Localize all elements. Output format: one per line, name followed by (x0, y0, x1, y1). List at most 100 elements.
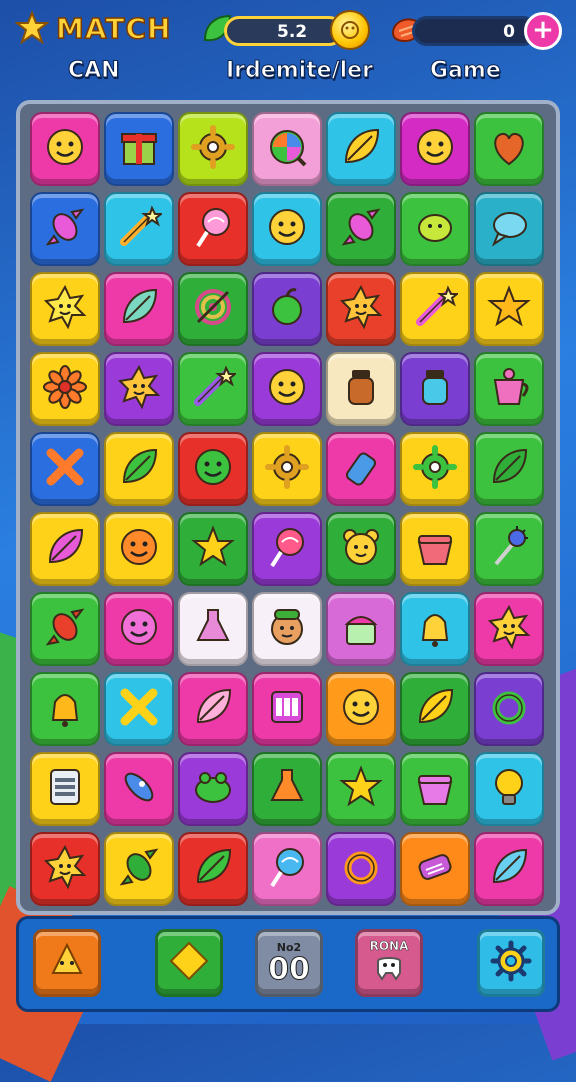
board-tile[interactable] (474, 352, 544, 426)
rocket-icon (116, 764, 162, 814)
board-tile[interactable] (30, 272, 100, 346)
counter-button[interactable]: No2 00 (255, 929, 323, 997)
candy-icon (42, 604, 88, 654)
board-tile[interactable] (178, 352, 248, 426)
boost-button-1[interactable] (33, 929, 101, 997)
board-tile[interactable] (252, 112, 322, 186)
board-tile[interactable] (252, 352, 322, 426)
board-tile[interactable] (104, 352, 174, 426)
board-tile[interactable] (326, 112, 396, 186)
board-tile[interactable] (30, 672, 100, 746)
smiley-icon (338, 684, 384, 734)
board-tile[interactable] (474, 112, 544, 186)
board-tile[interactable] (30, 832, 100, 906)
board-tile[interactable] (326, 672, 396, 746)
board-tile[interactable] (400, 512, 470, 586)
add-button[interactable]: + (524, 12, 562, 50)
board-tile[interactable] (474, 592, 544, 666)
board-tile[interactable] (30, 192, 100, 266)
leaf-icon (412, 684, 458, 734)
leaf-icon (190, 844, 236, 894)
board-tile[interactable] (104, 592, 174, 666)
board-tile[interactable] (326, 192, 396, 266)
board-tile[interactable] (178, 832, 248, 906)
board-tile[interactable] (474, 432, 544, 506)
board-tile[interactable] (400, 592, 470, 666)
board-tile[interactable] (178, 112, 248, 186)
board-tile[interactable] (30, 752, 100, 826)
bell-icon (42, 684, 88, 734)
board-tile[interactable] (178, 512, 248, 586)
board-tile[interactable] (178, 592, 248, 666)
wand-icon (116, 204, 164, 254)
board-tile[interactable] (104, 832, 174, 906)
board-tile[interactable] (474, 272, 544, 346)
board-tile[interactable] (104, 192, 174, 266)
board-tile[interactable] (104, 752, 174, 826)
settings-button[interactable] (477, 929, 545, 997)
bottom-toolbar: No2 00 RONA (16, 916, 560, 1012)
boost-button-2[interactable] (155, 929, 223, 997)
gear-icon (264, 444, 310, 494)
board-tile[interactable] (474, 752, 544, 826)
board-tile[interactable] (326, 832, 396, 906)
board-tile[interactable] (474, 672, 544, 746)
board-tile[interactable] (104, 672, 174, 746)
board-tile[interactable] (252, 272, 322, 346)
board-tile[interactable] (104, 272, 174, 346)
potion-icon (190, 604, 236, 654)
board-tile[interactable] (178, 672, 248, 746)
board-tile[interactable] (326, 352, 396, 426)
board-tile[interactable] (326, 592, 396, 666)
board-tile[interactable] (400, 672, 470, 746)
board-tile[interactable] (474, 512, 544, 586)
board-tile[interactable] (104, 112, 174, 186)
board-tile[interactable] (474, 192, 544, 266)
board-tile[interactable] (326, 272, 396, 346)
board-tile[interactable] (30, 352, 100, 426)
ring-icon (338, 844, 384, 894)
board-tile[interactable] (252, 832, 322, 906)
leaf-icon (486, 444, 532, 494)
board-tile[interactable] (30, 592, 100, 666)
board-tile[interactable] (400, 352, 470, 426)
board-tile[interactable] (474, 832, 544, 906)
board-tile[interactable] (178, 752, 248, 826)
tablet-icon (42, 764, 88, 814)
board-tile[interactable] (400, 432, 470, 506)
board-tile[interactable] (252, 432, 322, 506)
board-tile[interactable] (252, 592, 322, 666)
character-label: RONA (369, 939, 409, 954)
bulb-icon (486, 764, 532, 814)
board-tile[interactable] (178, 192, 248, 266)
board-tile[interactable] (104, 512, 174, 586)
board-tile[interactable] (30, 512, 100, 586)
board-tile[interactable] (30, 112, 100, 186)
grid-icon (264, 684, 310, 734)
board-tile[interactable] (178, 272, 248, 346)
board-tile[interactable] (104, 432, 174, 506)
board-tile[interactable] (400, 752, 470, 826)
board-tile[interactable] (252, 192, 322, 266)
diamond-icon (167, 939, 211, 987)
game-board (16, 100, 560, 915)
board-tile[interactable] (326, 432, 396, 506)
board-tile[interactable] (252, 752, 322, 826)
jar-icon (412, 364, 458, 414)
score-bar: 0 (412, 16, 538, 46)
board-tile[interactable] (178, 432, 248, 506)
smiley-icon (412, 124, 458, 174)
board-tile[interactable] (252, 512, 322, 586)
character-button[interactable]: RONA (355, 929, 423, 997)
board-tile[interactable] (252, 672, 322, 746)
board-tile[interactable] (400, 112, 470, 186)
board-tile[interactable] (326, 752, 396, 826)
bear-icon (338, 524, 384, 574)
board-tile[interactable] (30, 432, 100, 506)
board-tile[interactable] (400, 192, 470, 266)
lollipop-icon (264, 524, 310, 574)
speech-bubble-icon (486, 204, 532, 254)
board-tile[interactable] (400, 272, 470, 346)
board-tile[interactable] (400, 832, 470, 906)
board-tile[interactable] (326, 512, 396, 586)
